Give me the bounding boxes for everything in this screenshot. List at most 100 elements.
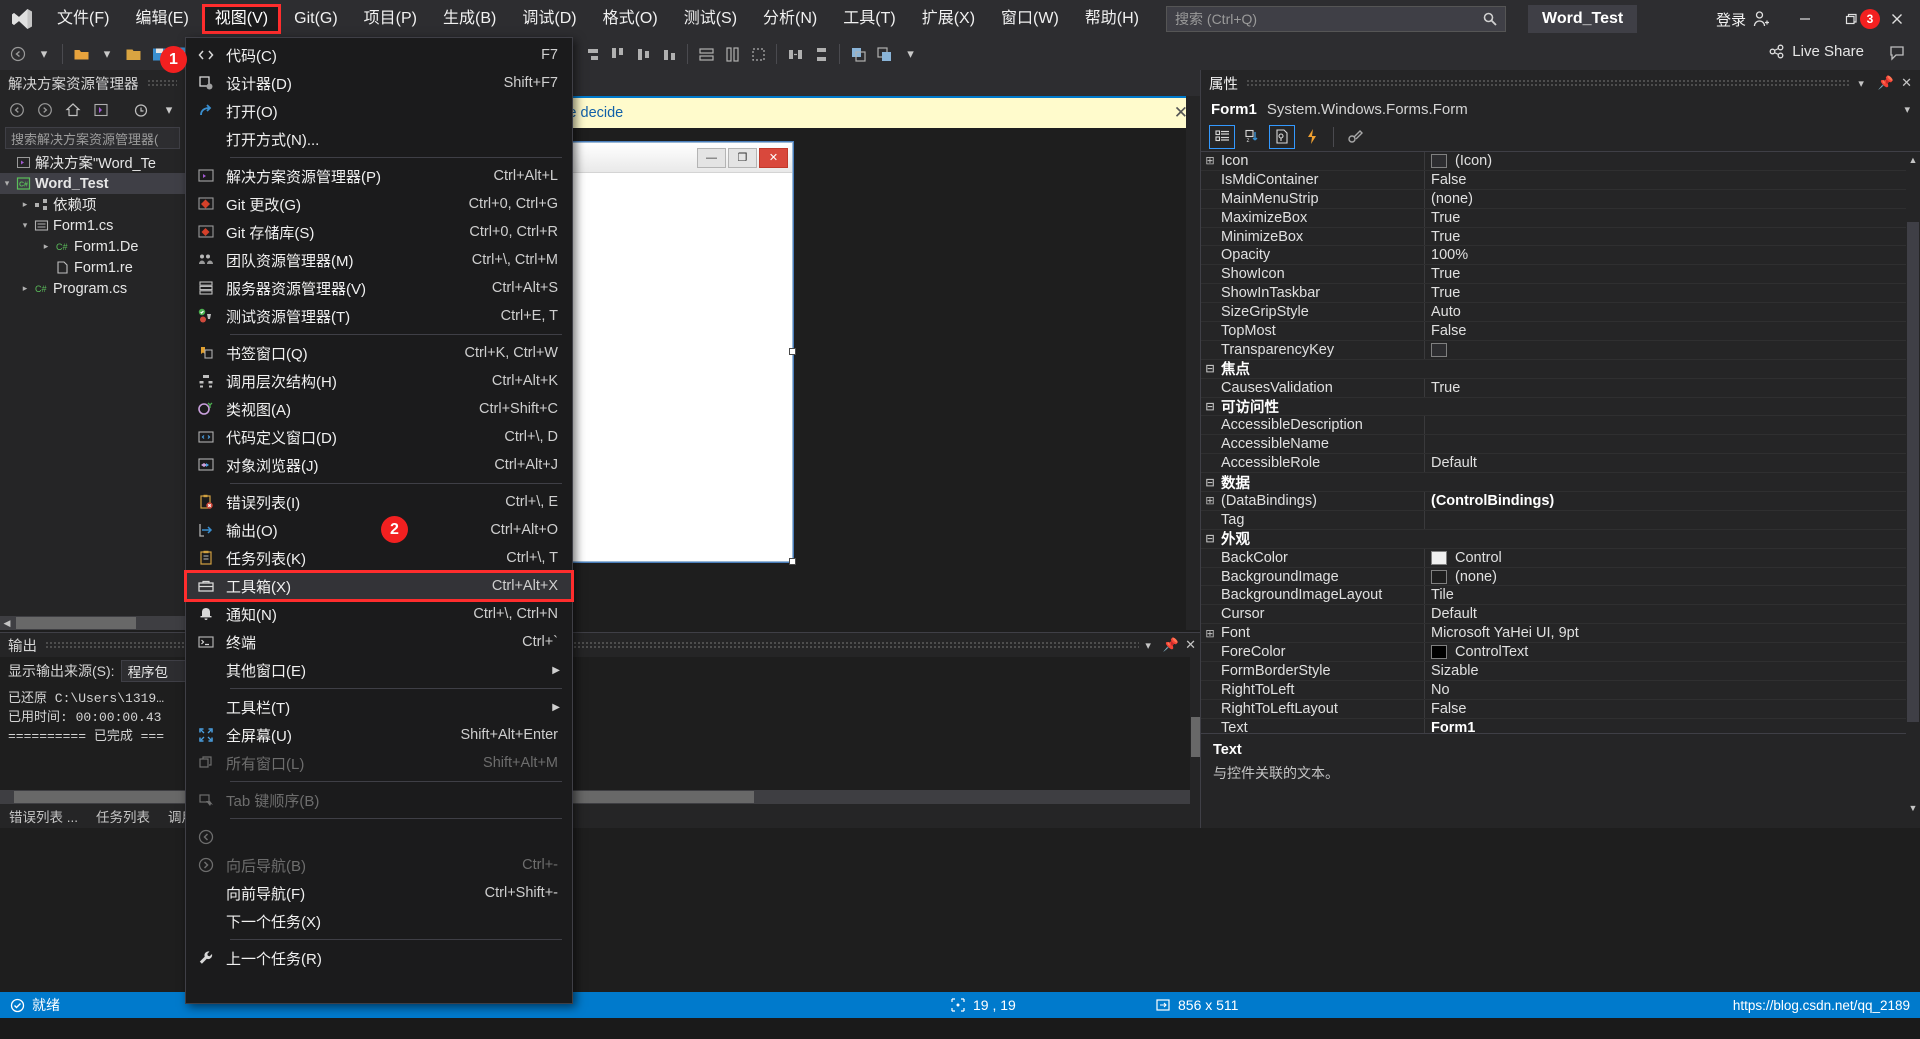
menu-item-team-explorer[interactable]: 团队资源管理器(M) Ctrl+\, Ctrl+M <box>186 246 572 274</box>
hscroll-left-arrow[interactable]: ◀ <box>0 616 14 630</box>
property-row-righttoleft[interactable]: RightToLeft No <box>1201 680 1906 700</box>
tree-arrow[interactable]: ▸ <box>39 241 53 252</box>
property-row-backgroundimage[interactable]: BackgroundImage (none) <box>1201 567 1906 587</box>
property-row-font[interactable]: ⊞ Font Microsoft YaHei UI, 9pt <box>1201 624 1906 644</box>
scroll-up-arrow-icon[interactable]: ▲ <box>1906 152 1920 168</box>
properties-grid[interactable]: ⊞ Icon (Icon) IsMdiContainer False MainM… <box>1201 152 1906 733</box>
menu-item-object-browser[interactable]: 对象浏览器(J) Ctrl+Alt+J <box>186 451 572 479</box>
menu-view[interactable]: 视图(V) <box>201 4 282 34</box>
menu-project[interactable]: 项目(P) <box>351 4 430 34</box>
menu-debug[interactable]: 调试(D) <box>509 4 589 34</box>
properties-vscroll-thumb[interactable] <box>1907 222 1919 722</box>
tree-arrow[interactable]: ▾ <box>0 178 14 189</box>
tree-arrow[interactable]: ▸ <box>18 283 32 294</box>
align-bottoms-icon[interactable] <box>657 41 681 67</box>
menu-item-call-hierarchy[interactable]: 调用层次结构(H) Ctrl+Alt+K <box>186 367 572 395</box>
properties-close-icon[interactable]: ✕ <box>1901 75 1912 91</box>
tree-item-form1-cs[interactable]: ▾ Form1.cs <box>0 215 185 236</box>
property-value[interactable]: (ControlBindings) <box>1424 492 1906 510</box>
tab-task-list[interactable]: 任务列表 <box>87 804 159 828</box>
tree-arrow[interactable]: ▸ <box>18 199 32 210</box>
menu-item-task-list[interactable]: 任务列表(K) Ctrl+\, T <box>186 544 572 572</box>
property-value[interactable] <box>1424 510 1906 529</box>
size-to-grid-icon[interactable] <box>746 41 770 67</box>
menu-item-bookmark-window[interactable]: 书签窗口(Q) Ctrl+K, Ctrl+W <box>186 339 572 367</box>
minimize-button[interactable] <box>1782 0 1828 38</box>
properties-dropdown-icon[interactable]: ▾ <box>1858 77 1864 90</box>
menu-item-open[interactable]: 打开(O) <box>186 97 572 125</box>
menu-item-code-definition-window[interactable]: 代码定义窗口(D) Ctrl+\, D <box>186 423 572 451</box>
bring-to-front-icon[interactable] <box>846 41 870 67</box>
sign-in-button[interactable]: 登录 <box>1704 9 1782 30</box>
property-row-topmost[interactable]: TopMost False <box>1201 322 1906 341</box>
new-project-dropdown-icon[interactable]: ▾ <box>95 41 119 67</box>
horizontal-spacing-icon[interactable] <box>783 41 807 67</box>
menu-edit[interactable]: 编辑(E) <box>122 4 201 34</box>
bottom-dock-tab-strip[interactable]: 错误列表 ... 任务列表 调用层次结构 输出 书签 <box>0 804 1204 828</box>
forward-icon[interactable] <box>33 97 57 123</box>
new-project-icon[interactable] <box>69 41 93 67</box>
make-same-width-icon[interactable] <box>694 41 718 67</box>
property-row-tag[interactable]: Tag <box>1201 510 1906 530</box>
properties-toolbar[interactable]: z <box>1201 122 1920 152</box>
property-value[interactable]: Sizable <box>1424 662 1906 680</box>
solution-explorer-toolbar[interactable]: ▾ <box>0 96 203 124</box>
property-pages-icon[interactable] <box>1342 125 1368 149</box>
menu-item-notifications[interactable]: 通知(N) Ctrl+\, Ctrl+N <box>186 600 572 628</box>
property-value[interactable]: True <box>1424 378 1906 397</box>
nav-back-dropdown-icon[interactable]: ▾ <box>32 41 56 67</box>
alphabetical-icon[interactable]: z <box>1239 125 1265 149</box>
expander-icon[interactable]: ⊟ <box>1201 476 1219 489</box>
pending-changes-dropdown-icon[interactable]: ▾ <box>157 97 181 123</box>
feedback-icon[interactable] <box>1888 44 1906 67</box>
property-value[interactable]: 100% <box>1424 246 1906 265</box>
menu-item-class-view[interactable]: 类视图(A) Ctrl+Shift+C <box>186 395 572 423</box>
menu-item-full-screen[interactable]: 全屏幕(U) Shift+Alt+Enter <box>186 721 572 749</box>
menu-item-designer[interactable]: 设计器(D) Shift+F7 <box>186 69 572 97</box>
menu-analyze[interactable]: 分析(N) <box>750 4 830 34</box>
tree-item-form1-designer[interactable]: ▸ C# Form1.De <box>0 236 185 257</box>
property-value[interactable]: True <box>1424 227 1906 246</box>
property-value[interactable]: Microsoft YaHei UI, 9pt <box>1424 624 1906 643</box>
menu-item-properties-window[interactable]: 上一个任务(R) <box>186 944 572 972</box>
property-row-transparencykey[interactable]: TransparencyKey <box>1201 340 1906 360</box>
expander-icon[interactable]: ⊞ <box>1201 494 1219 507</box>
align-rights-icon[interactable] <box>579 41 603 67</box>
property-value[interactable]: Default <box>1424 605 1906 624</box>
form-minimize-button[interactable]: — <box>697 147 726 168</box>
menu-format[interactable]: 格式(O) <box>590 4 671 34</box>
property-value[interactable]: True <box>1424 265 1906 284</box>
property-row-icon[interactable]: ⊞ Icon (Icon) <box>1201 152 1906 171</box>
form-close-button[interactable]: ✕ <box>759 147 788 168</box>
property-value[interactable]: False <box>1424 170 1906 189</box>
output-toolbar[interactable]: 显示输出来源(S): 程序包 ab <box>0 657 1204 685</box>
properties-vscrollbar[interactable]: ▲ ▼ <box>1906 152 1920 828</box>
property-value[interactable] <box>1424 340 1906 359</box>
menu-item-other-windows[interactable]: 其他窗口(E) ▶ <box>186 656 572 684</box>
tab-error-list[interactable]: 错误列表 ... <box>0 804 87 828</box>
property-row-accessiblerole[interactable]: AccessibleRole Default <box>1201 454 1906 474</box>
menu-tools[interactable]: 工具(T) <box>830 4 908 34</box>
property-value[interactable]: True <box>1424 208 1906 227</box>
menu-item-terminal[interactable]: 终端 Ctrl+` <box>186 628 572 656</box>
toolbar-overflow-icon[interactable]: ▾ <box>898 41 922 67</box>
menu-item-open-with[interactable]: 打开方式(N)... <box>186 125 572 153</box>
property-value[interactable]: (Icon) <box>1424 152 1906 170</box>
send-to-back-icon[interactable] <box>872 41 896 67</box>
output-pin-icon[interactable]: 📌 <box>1163 637 1179 653</box>
main-menu-bar[interactable]: 文件(F) 编辑(E) 视图(V) Git(G) 项目(P) 生成(B) 调试(… <box>44 0 1152 38</box>
property-row-minimizebox[interactable]: MinimizeBox True <box>1201 227 1906 247</box>
property-row-opacity[interactable]: Opacity 100% <box>1201 246 1906 266</box>
view-dropdown-menu[interactable]: 代码(C) F7 设计器(D) Shift+F7 打开(O) 打开方式(N)..… <box>184 37 574 1004</box>
align-middles-icon[interactable] <box>631 41 655 67</box>
menu-window[interactable]: 窗口(W) <box>988 4 1072 34</box>
property-value[interactable] <box>1424 435 1906 454</box>
home-icon[interactable] <box>61 97 85 123</box>
expander-icon[interactable]: ⊟ <box>1201 532 1219 545</box>
property-value[interactable]: Control <box>1424 548 1906 567</box>
expander-icon[interactable]: ⊞ <box>1201 154 1219 167</box>
menu-item-solution-explorer[interactable]: 解决方案资源管理器(P) Ctrl+Alt+L <box>186 162 572 190</box>
designer-vscrollbar[interactable] <box>1186 96 1200 630</box>
output-dropdown-icon[interactable]: ▾ <box>1145 639 1151 652</box>
property-category-data[interactable]: ⊟ 数据 <box>1201 473 1906 493</box>
